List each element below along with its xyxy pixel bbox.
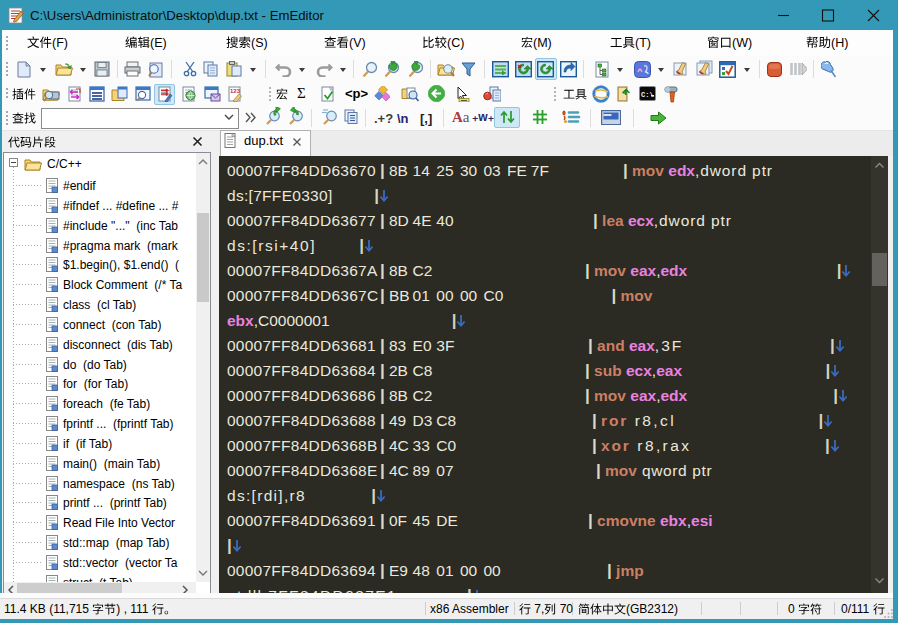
svg-text:123: 123 <box>230 88 241 94</box>
svg-text:C:\: C:\ <box>641 91 654 99</box>
